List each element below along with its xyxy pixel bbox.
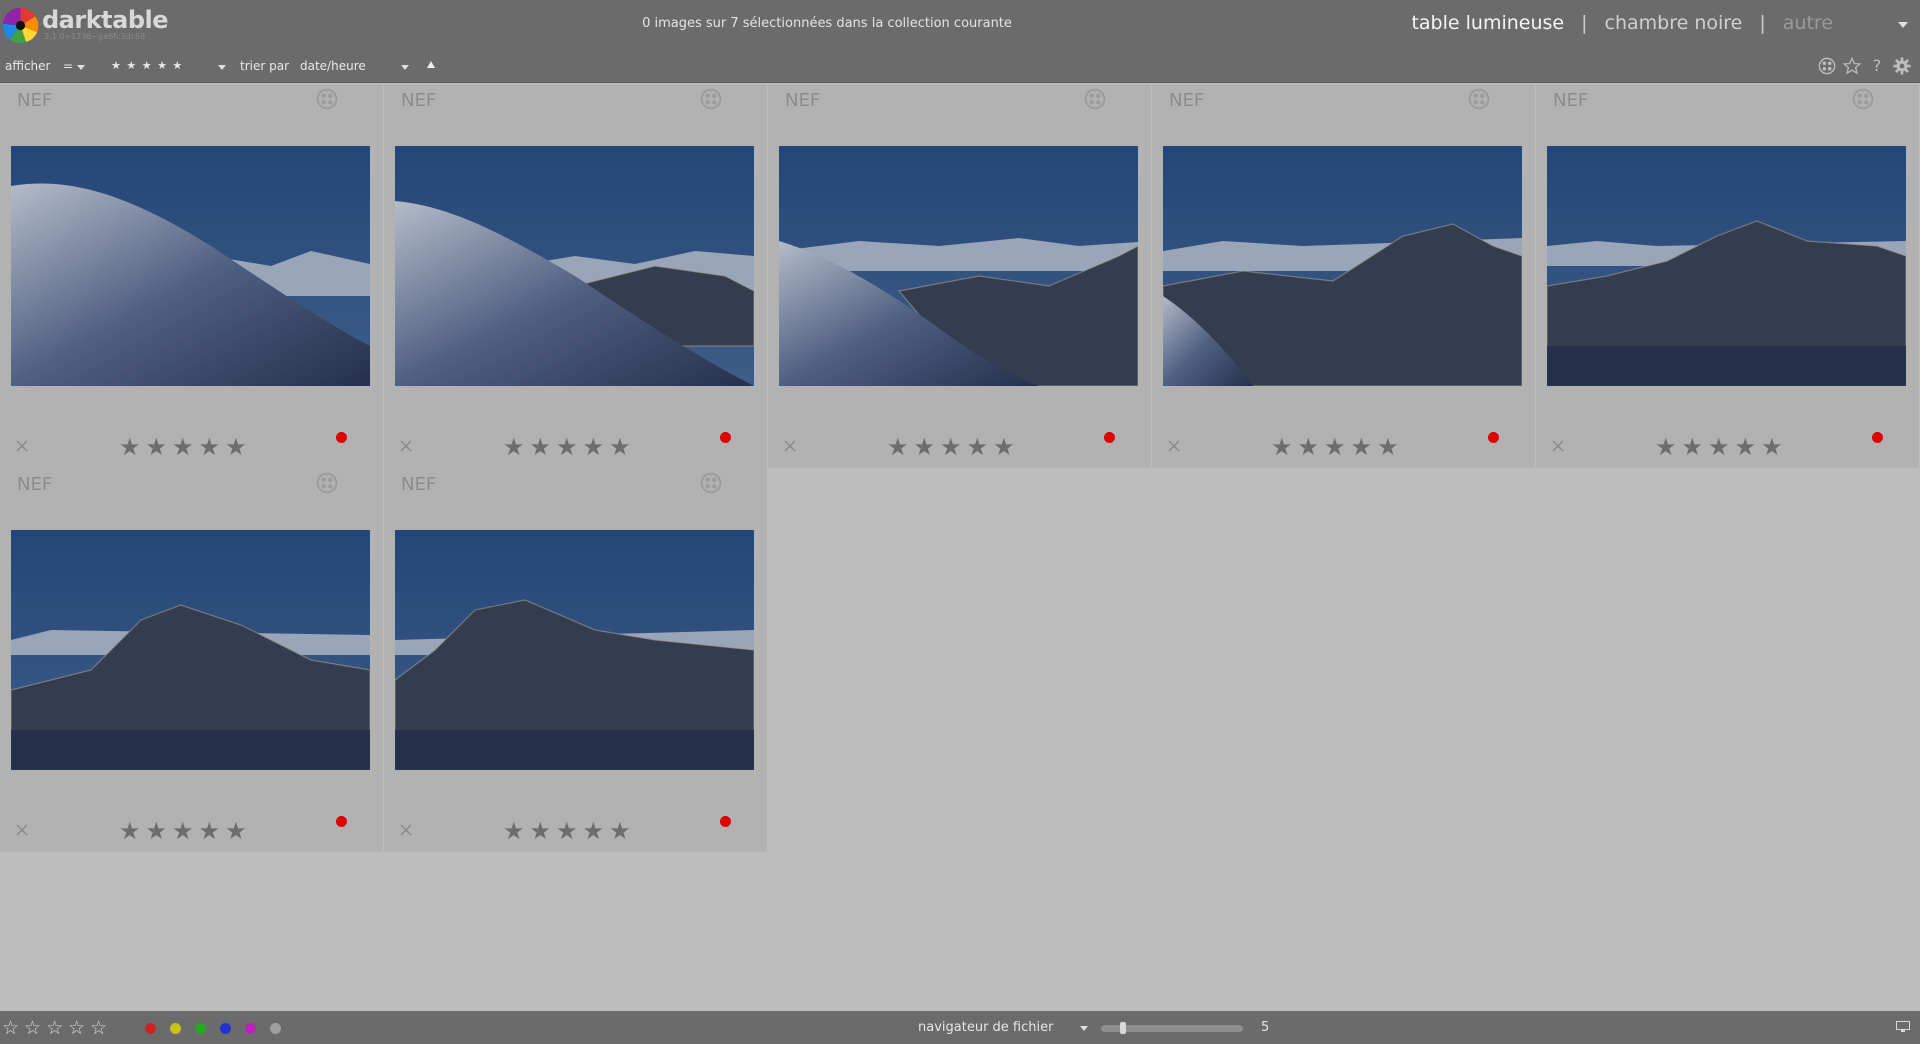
thumbnail[interactable]: NEF ★★★★★ (1536, 84, 1919, 468)
sort-label: trier par (240, 59, 290, 73)
file-extension: NEF (17, 474, 53, 495)
star-icon[interactable] (1843, 57, 1861, 75)
reject-icon[interactable] (781, 437, 799, 455)
sort-select[interactable]: date/heure (300, 59, 366, 73)
color-label-dot[interactable] (720, 432, 731, 443)
thumbnail-stars[interactable]: ★★★★★ (119, 433, 252, 461)
grouping-icon[interactable] (700, 472, 722, 494)
view-separator: | (1759, 12, 1766, 34)
reject-icon[interactable] (397, 821, 415, 839)
color-label-dot[interactable] (1872, 432, 1883, 443)
thumbnail[interactable]: NEF ★★★★★ (384, 468, 767, 852)
help-icon[interactable]: ? (1867, 56, 1887, 76)
thumbnail-stars[interactable]: ★★★★★ (1271, 433, 1404, 461)
reject-icon[interactable] (397, 437, 415, 455)
view-lighttable[interactable]: table lumineuse (1411, 12, 1564, 34)
thumbnail[interactable]: NEF ★★★★★ (384, 84, 767, 468)
file-extension: NEF (1169, 90, 1205, 111)
thumbnail[interactable]: NEF ★★★★★ (0, 84, 383, 468)
rating-filter-select[interactable]: ★ ★ ★ ★ ★ (111, 59, 183, 72)
file-extension: NEF (401, 474, 437, 495)
view-menu-chevron-down-icon[interactable] (1898, 22, 1908, 28)
rating-stars[interactable]: ☆☆☆☆☆ (2, 1017, 112, 1039)
sort-chevron-down-icon[interactable] (401, 65, 409, 70)
view-darkroom[interactable]: chambre noire (1605, 12, 1743, 34)
grouping-icon[interactable] (1852, 88, 1874, 110)
grouping-icon[interactable] (316, 472, 338, 494)
comparator-chevron-down-icon[interactable] (77, 65, 85, 70)
color-label-dot[interactable] (336, 432, 347, 443)
color-label-dot[interactable] (720, 816, 731, 827)
view-separator: | (1581, 12, 1588, 34)
show-label: afficher (5, 59, 51, 73)
thumbnail-image[interactable] (395, 530, 754, 770)
grouping-icon[interactable] (316, 88, 338, 110)
color-label-yellow[interactable] (170, 1023, 181, 1034)
file-extension: NEF (17, 90, 53, 111)
layout-select[interactable]: navigateur de fichier (918, 1020, 1053, 1035)
zoom-slider-handle[interactable] (1120, 1022, 1126, 1034)
reject-icon[interactable] (1549, 437, 1567, 455)
thumbnail[interactable]: NEF ★★★★★ (768, 84, 1151, 468)
color-label-dot[interactable] (336, 816, 347, 827)
gear-icon[interactable] (1893, 57, 1911, 75)
thumbnail-image[interactable] (1163, 146, 1522, 386)
view-switcher: table lumineuse | chambre noire | autre (1411, 12, 1890, 34)
color-label-dot[interactable] (1488, 432, 1499, 443)
bottom-bar: ☆☆☆☆☆ navigateur de fichier 5 (0, 1011, 1920, 1044)
thumbnail-stars[interactable]: ★★★★★ (887, 433, 1020, 461)
grouping-icon[interactable] (700, 88, 722, 110)
reject-icon[interactable] (1165, 437, 1183, 455)
thumbnail-image[interactable] (1547, 146, 1906, 386)
thumbnail-stars[interactable]: ★★★★★ (503, 433, 636, 461)
grouping-icon[interactable] (1468, 88, 1490, 110)
filter-toolbar: afficher = ★ ★ ★ ★ ★ trier par date/heur… (0, 50, 1920, 83)
color-label-purple[interactable] (245, 1023, 256, 1034)
thumbnail-image[interactable] (11, 530, 370, 770)
selection-status: 0 images sur 7 sélectionnées dans la col… (642, 16, 1012, 31)
reject-icon[interactable] (13, 821, 31, 839)
display-icon[interactable] (1896, 1021, 1910, 1033)
thumbnail-image[interactable] (395, 146, 754, 386)
grouping-icon[interactable] (1084, 88, 1106, 110)
layout-chevron-down-icon[interactable] (1080, 1026, 1088, 1031)
color-label-green[interactable] (195, 1023, 206, 1034)
thumbnail-grid: NEF ★★★★★ NEF ★★★★★ NEF ★★★★★ NEF ★★★★★ … (0, 84, 1920, 1011)
rating-chevron-down-icon[interactable] (218, 65, 226, 70)
comparator-select[interactable]: = (63, 59, 73, 73)
zoom-value[interactable]: 5 (1261, 1020, 1269, 1035)
thumbnail-stars[interactable]: ★★★★★ (119, 817, 252, 845)
thumbnail[interactable]: NEF ★★★★★ (0, 468, 383, 852)
view-other[interactable]: autre (1783, 12, 1833, 34)
color-label-blue[interactable] (220, 1023, 231, 1034)
thumbnail[interactable]: NEF ★★★★★ (1152, 84, 1535, 468)
color-label-red[interactable] (145, 1023, 156, 1034)
grouping-icon[interactable] (1818, 57, 1836, 75)
color-label-dot[interactable] (1104, 432, 1115, 443)
thumbnail-image[interactable] (11, 146, 370, 386)
sort-order-up-icon[interactable] (427, 61, 435, 68)
thumbnail-stars[interactable]: ★★★★★ (503, 817, 636, 845)
thumbnail-stars[interactable]: ★★★★★ (1655, 433, 1788, 461)
app-version: 3.1.0+1736~ga6fc3dc68 (44, 32, 146, 41)
reject-icon[interactable] (13, 437, 31, 455)
top-header: darktable 3.1.0+1736~ga6fc3dc68 0 images… (0, 0, 1920, 50)
color-label-gray[interactable] (270, 1023, 281, 1034)
thumbnail-image[interactable] (779, 146, 1138, 386)
file-extension: NEF (785, 90, 821, 111)
file-extension: NEF (1553, 90, 1589, 111)
file-extension: NEF (401, 90, 437, 111)
